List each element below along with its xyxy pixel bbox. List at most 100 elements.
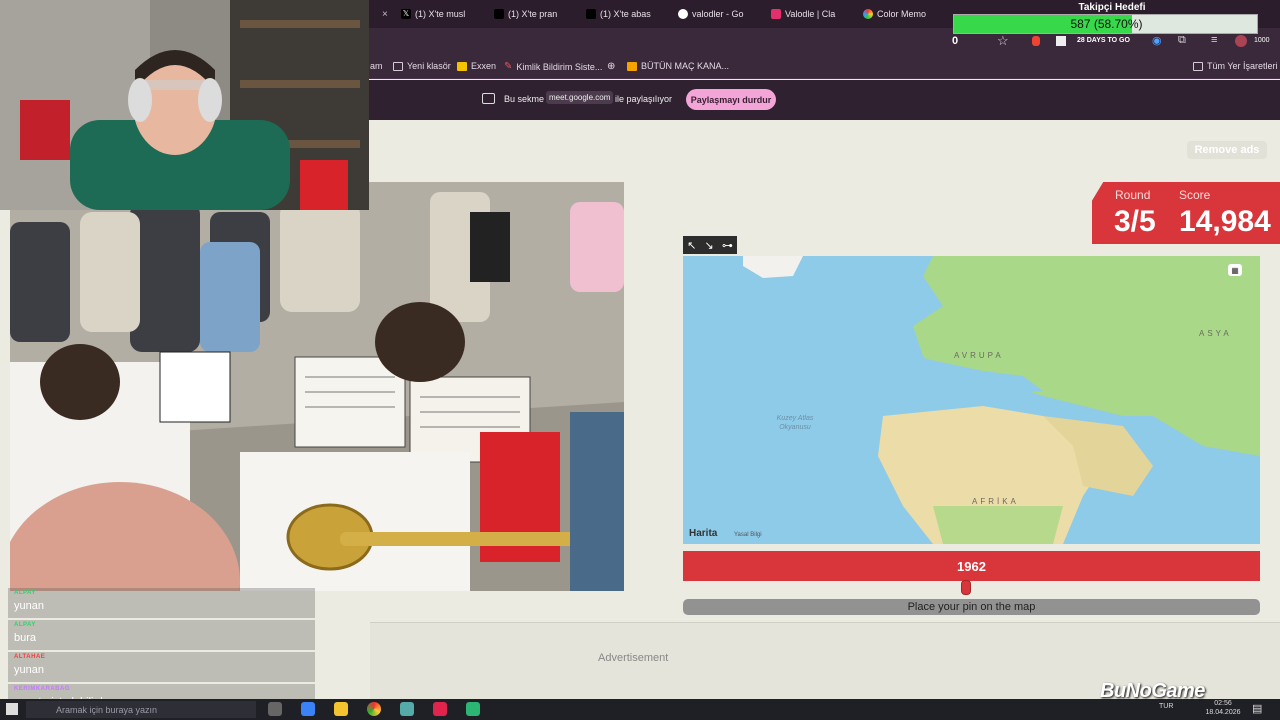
chat-message: ALPAY yunan [8, 588, 315, 618]
extension-icon[interactable] [1032, 36, 1040, 46]
jp-icon [627, 61, 637, 71]
share-suffix: ile paylaşılıyor [615, 94, 673, 104]
tab[interactable]: (1) X'te pran [494, 5, 574, 23]
guess-map[interactable]: AVRUPA ASYA AFRİKA Kuzey Atlas Okyanusu … [683, 256, 1260, 544]
x-icon [586, 9, 596, 19]
chat-username: ALTAHAE [14, 654, 46, 660]
chat-text: yunan [14, 600, 44, 612]
expand-icon[interactable]: ↖ [687, 239, 696, 252]
valodle-icon [771, 9, 781, 19]
chrome-icon[interactable] [367, 702, 381, 716]
avatar[interactable] [1235, 35, 1247, 47]
obs-icon[interactable] [433, 702, 447, 716]
map-layers-icon[interactable]: ▦ [1228, 264, 1242, 276]
bookmark-label: BÜTÜN MAÇ KANA... [641, 61, 730, 71]
map-brand: Harita [689, 528, 717, 539]
remove-ads-button[interactable]: Remove ads [1187, 141, 1267, 159]
taskbar-search[interactable]: Aramak için buraya yazın [26, 701, 256, 718]
chat-overlay: ALPAY yunan ALPAY bura ALTAHAE yunan KER… [8, 587, 315, 714]
follower-goal-title: Takipçi Hedefi [1078, 2, 1146, 13]
globe-icon: ⊕ [607, 61, 616, 72]
stop-sharing-button[interactable]: Paylaşmayı durdur [686, 89, 776, 110]
tab-label: (1) X'te pran [508, 9, 558, 19]
bookmark-item[interactable]: ⊕ [607, 61, 615, 72]
extension-icon[interactable] [1056, 36, 1066, 46]
street-band-photo [10, 182, 624, 591]
taskbar-clock[interactable]: 02:56 18.04.2026 [1198, 699, 1248, 717]
file-explorer-icon[interactable] [334, 702, 348, 716]
puzzle-icon[interactable]: ⧉ [1178, 34, 1186, 47]
advertisement-label: Advertisement [598, 652, 669, 664]
star-icon[interactable]: ☆ [997, 33, 1009, 49]
follower-goal-bar: 587 (58.70%) [953, 14, 1258, 34]
pin-icon[interactable]: ⊶ [722, 239, 733, 252]
x-icon: 𝕏 [401, 9, 411, 19]
map-tools: ↖ ↘ ⊶ [683, 236, 737, 254]
tab-label: (1) X'te musl [415, 9, 466, 19]
menu-icon[interactable]: ≡ [1211, 34, 1217, 46]
map-legal-link[interactable]: Yasal Bilgi [734, 532, 762, 538]
game-photo[interactable] [10, 182, 624, 591]
chat-message: ALPAY bura [8, 620, 315, 650]
map-brand-text: Harita [689, 528, 718, 539]
map-label-asia: ASYA [1199, 329, 1232, 338]
tab[interactable]: 𝕏 (1) X'te musl [401, 5, 481, 23]
all-bookmarks[interactable]: Tüm Yer İşaretleri [1193, 61, 1278, 71]
tab-label: Color Memo [877, 9, 927, 19]
link-icon: ✎ [504, 61, 513, 72]
language-indicator[interactable]: TUR [1159, 703, 1173, 710]
edge-icon[interactable] [301, 702, 315, 716]
place-pin-button[interactable]: Place your pin on the map [683, 599, 1260, 615]
bookmark-item[interactable]: Exxen [457, 61, 496, 71]
tab[interactable]: (1) X'te abas [586, 5, 666, 23]
google-icon [678, 9, 688, 19]
round-label: Round [1115, 188, 1151, 202]
bunogame-watermark: BuNoGame [1100, 680, 1205, 702]
share-text: Bu sekme [504, 94, 545, 104]
extension-icon[interactable]: ◉ [1152, 34, 1162, 47]
tab-label: valodler - Go [692, 9, 744, 19]
bookmark-label: Kimlik Bildirim Siste... [516, 61, 603, 72]
windows-start-icon[interactable] [6, 703, 18, 715]
folder-icon [1193, 61, 1203, 71]
tab-close-prev[interactable]: × [376, 5, 388, 23]
days-badge: 28 DAYS TO GO [1077, 37, 1130, 44]
notification-icon[interactable]: ▤ [1252, 702, 1262, 715]
share-domain: meet.google.com [546, 91, 614, 104]
year-slider[interactable] [683, 582, 1260, 594]
bookmark-item[interactable]: ✎ Kimlik Bildirim Siste... [504, 61, 602, 72]
app-icon[interactable] [466, 702, 480, 716]
round-value: 3/5 [1114, 205, 1156, 238]
streamer-webcam [0, 0, 369, 210]
bookmark-label: am [370, 61, 383, 71]
shrink-icon[interactable]: ↘ [705, 239, 714, 252]
bookmark-item[interactable]: BÜTÜN MAÇ KANA... [627, 61, 729, 71]
tab-label: (1) X'te abas [600, 9, 651, 19]
year-slider-thumb[interactable] [961, 580, 971, 595]
tab[interactable]: valodler - Go [678, 5, 758, 23]
clock-time: 02:56 [1214, 700, 1232, 707]
bookmark-item[interactable]: Yeni klasör [393, 61, 451, 71]
follower-goal-text: 587 (58.70%) [1070, 17, 1143, 31]
tab[interactable]: Color Memo [863, 5, 943, 23]
chat-text: yunan [14, 664, 44, 676]
year-display: 1962 [683, 551, 1260, 581]
screen-share-icon [482, 93, 495, 104]
chat-text: bura [14, 632, 37, 644]
x-icon [494, 9, 504, 19]
bookmark-label: Yeni klasör [407, 61, 451, 71]
bookmark-label: Exxen [471, 61, 497, 71]
score-value: 14,984 [1179, 205, 1271, 238]
app-icon[interactable] [400, 702, 414, 716]
toolbar-counter: 0 [952, 35, 959, 47]
tab[interactable]: Valodle | Cla [771, 5, 851, 23]
map-label-ocean: Kuzey Atlas Okyanusu [776, 415, 814, 431]
chat-message: ALTAHAE yunan [8, 652, 315, 682]
chat-username: ALPAY [14, 590, 36, 596]
task-view-icon[interactable] [268, 702, 282, 716]
chat-username: KERIMKARABAG [14, 686, 70, 692]
chat-username: ALPAY [14, 622, 36, 628]
all-bookmarks-label: Tüm Yer İşaretleri [1207, 61, 1278, 71]
webcam-overlay [0, 0, 369, 210]
bookmark-item[interactable]: am [370, 61, 383, 71]
